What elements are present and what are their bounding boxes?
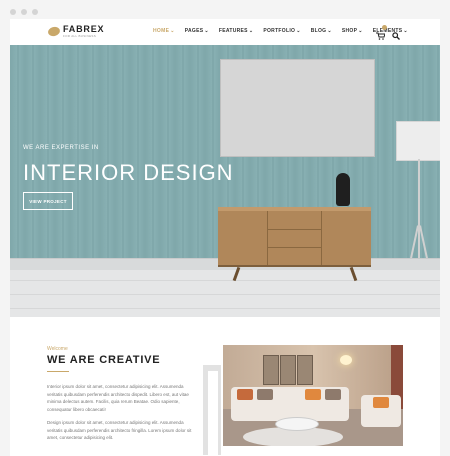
top-navigation: FABREX FOR ALL BUSINESS HOME⌄ PAGES⌄ FEA… [10,19,440,45]
sideboard-top [218,207,371,211]
floor-line [10,308,440,309]
about-eyebrow: Welcome [47,346,68,352]
sideboard-divider [267,211,268,265]
chevron-down-icon: ⌄ [204,28,209,34]
about-paragraph-1: Interior ipsum dolor sit amet, consectet… [47,384,189,412]
chevron-down-icon: ⌄ [248,28,254,34]
brand-tagline: FOR ALL BUSINESS [63,34,97,38]
decorative-frame-inner [208,371,218,455]
menu-item-home[interactable]: HOME⌄ [153,28,175,34]
menu-item-features[interactable]: FEATURES⌄ [219,28,253,34]
about-title: WE ARE CREATIVE [47,354,161,366]
chevron-down-icon: ⌄ [327,28,332,34]
chevron-down-icon: ⌄ [358,28,363,34]
floor-line [10,294,440,295]
cart-icon[interactable] [376,25,387,40]
floor-lamp-image [396,121,440,161]
chevron-down-icon: ⌄ [296,28,301,34]
lamp-pole [418,159,420,269]
window-dot [10,9,16,15]
menu-item-blog[interactable]: BLOG⌄ [311,28,332,34]
menu-item-shop[interactable]: SHOP⌄ [342,28,363,34]
sideboard-drawer-line [267,229,321,230]
chevron-down-icon: ⌄ [403,28,408,34]
room-lamp [340,355,352,365]
window-dot [21,9,27,15]
sideboard-divider [321,211,322,265]
room-pillow [325,389,341,400]
room-artwork [263,355,279,385]
room-coffee-table [275,417,319,431]
chevron-down-icon: ⌄ [170,28,175,34]
sideboard-drawer-line [267,247,321,248]
title-underline [47,371,69,372]
vase-image [336,173,350,206]
sideboard-image [218,207,371,267]
view-project-button[interactable]: VIEW PROJECT [23,192,73,210]
brand-logo[interactable]: FABREX FOR ALL BUSINESS [47,24,105,38]
brand-name: FABREX [63,24,105,34]
leaf-logo-icon [47,25,61,38]
room-pillow [237,389,253,400]
room-artwork [280,355,296,385]
living-room-image [223,345,403,446]
menu-item-pages[interactable]: PAGES⌄ [185,28,209,34]
room-pillow [305,389,321,400]
room-pillow [373,397,389,408]
hero-title: INTERIOR DESIGN [23,160,234,185]
about-paragraph-2: Design ipsum dolor sit amet, consectetur… [47,420,192,440]
search-icon[interactable] [392,27,400,45]
room-artwork [297,355,313,385]
room-pillow [257,389,273,400]
floor-line [10,280,440,281]
window-controls [10,9,38,15]
hero-floor [10,270,440,317]
cart-count-badge [382,25,387,30]
window-dot [32,9,38,15]
hero-subtitle: WE ARE EXPERTISE IN [23,145,99,151]
menu-item-portfolio[interactable]: PORTFOLIO⌄ [263,28,300,34]
wall-canvas-image [220,59,375,157]
hero-banner: WE ARE EXPERTISE IN INTERIOR DESIGN VIEW… [10,45,440,317]
browser-viewport: FABREX FOR ALL BUSINESS HOME⌄ PAGES⌄ FEA… [10,19,440,456]
